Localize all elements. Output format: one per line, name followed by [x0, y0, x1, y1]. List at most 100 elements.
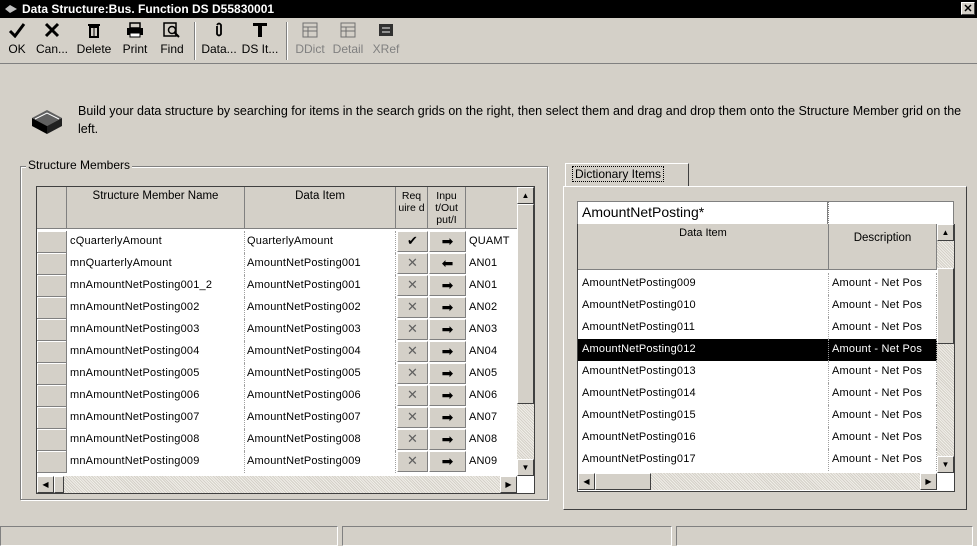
dictionary-row[interactable]: AmountNetPosting011 Amount - Net Pos — [578, 317, 937, 339]
column-header-io[interactable]: Inpu t/Out put/I — [428, 187, 466, 229]
not-required-x-icon[interactable]: ✕ — [397, 253, 428, 274]
not-required-x-icon[interactable]: ✕ — [397, 385, 428, 406]
alias-cell[interactable]: AN09 — [467, 451, 517, 473]
dictionary-row[interactable]: AmountNetPosting017 Amount - Net Pos — [578, 449, 937, 471]
print-button[interactable]: Print — [116, 18, 154, 62]
scroll-down-button[interactable]: ▼ — [517, 459, 534, 476]
dictionary-row[interactable]: AmountNetPosting009 Amount - Net Pos — [578, 273, 937, 295]
input-arrow-right-icon[interactable]: ➡ — [429, 341, 466, 362]
required-check-icon[interactable]: ✔ — [397, 231, 428, 252]
row-selector[interactable] — [37, 429, 67, 451]
data-item-cell[interactable]: AmountNetPosting001 — [245, 275, 396, 297]
data-item-cell[interactable]: AmountNetPosting009 — [578, 273, 829, 295]
scroll-thumb[interactable] — [595, 473, 651, 490]
horizontal-scrollbar[interactable]: ◀ ▶ — [37, 476, 517, 493]
alias-cell[interactable]: AN01 — [467, 275, 517, 297]
data-button[interactable]: Data... — [200, 18, 238, 62]
find-button[interactable]: Find — [154, 18, 190, 62]
scroll-down-button[interactable]: ▼ — [937, 456, 954, 473]
member-name-cell[interactable]: mnQuarterlyAmount — [68, 253, 245, 275]
input-arrow-right-icon[interactable]: ➡ — [429, 385, 466, 406]
data-item-cell[interactable]: AmountNetPosting014 — [578, 383, 829, 405]
description-cell[interactable]: Amount - Net Pos — [829, 383, 937, 405]
data-item-cell[interactable]: AmountNetPosting012 — [578, 339, 829, 361]
ddict-button[interactable]: DDict — [292, 18, 328, 62]
scroll-thumb[interactable] — [54, 476, 64, 493]
member-name-cell[interactable]: mnAmountNetPosting008 — [68, 429, 245, 451]
dictionary-row[interactable]: AmountNetPosting015 Amount - Net Pos — [578, 405, 937, 427]
scroll-right-button[interactable]: ▶ — [500, 476, 517, 493]
dictionary-row[interactable]: AmountNetPosting013 Amount - Net Pos — [578, 361, 937, 383]
member-name-cell[interactable]: cQuarterlyAmount — [68, 231, 245, 253]
description-cell[interactable]: Amount - Net Pos — [829, 317, 937, 339]
output-arrow-left-icon[interactable]: ⬅ — [429, 253, 466, 274]
alias-cell[interactable]: AN04 — [467, 341, 517, 363]
data-item-cell[interactable]: AmountNetPosting010 — [578, 295, 829, 317]
not-required-x-icon[interactable]: ✕ — [397, 275, 428, 296]
scroll-left-button[interactable]: ◀ — [37, 476, 54, 493]
row-selector[interactable] — [37, 297, 67, 319]
delete-button[interactable]: Delete — [72, 18, 116, 62]
input-arrow-right-icon[interactable]: ➡ — [429, 363, 466, 384]
column-header-member-name[interactable]: Structure Member Name — [67, 187, 245, 229]
alias-cell[interactable]: AN06 — [467, 385, 517, 407]
description-cell[interactable]: Amount - Net Pos — [829, 427, 937, 449]
scroll-thumb[interactable] — [937, 268, 954, 344]
alias-cell[interactable]: AN08 — [467, 429, 517, 451]
input-arrow-right-icon[interactable]: ➡ — [429, 275, 466, 296]
row-selector[interactable] — [37, 319, 67, 341]
column-header-data-item[interactable]: Data Item — [578, 224, 829, 270]
member-name-cell[interactable]: mnAmountNetPosting006 — [68, 385, 245, 407]
not-required-x-icon[interactable]: ✕ — [397, 451, 428, 472]
dictionary-items-grid[interactable]: Data Item Description AmountNetPosting00… — [577, 224, 955, 492]
column-header-required[interactable]: Req uire d — [396, 187, 428, 229]
description-cell[interactable]: Amount - Net Pos — [829, 295, 937, 317]
data-item-cell[interactable]: AmountNetPosting011 — [578, 317, 829, 339]
member-name-cell[interactable]: mnAmountNetPosting003 — [68, 319, 245, 341]
input-arrow-right-icon[interactable]: ➡ — [429, 407, 466, 428]
data-item-cell[interactable]: AmountNetPosting004 — [245, 341, 396, 363]
data-item-search-input[interactable]: AmountNetPosting* — [577, 201, 828, 225]
data-item-cell[interactable]: AmountNetPosting009 — [245, 451, 396, 473]
dictionary-row[interactable]: AmountNetPosting016 Amount - Net Pos — [578, 427, 937, 449]
data-item-cell[interactable]: AmountNetPosting013 — [578, 361, 829, 383]
member-name-cell[interactable]: mnAmountNetPosting007 — [68, 407, 245, 429]
scroll-right-button[interactable]: ▶ — [920, 473, 937, 490]
scroll-up-button[interactable]: ▲ — [937, 224, 954, 241]
member-name-cell[interactable]: mnAmountNetPosting004 — [68, 341, 245, 363]
alias-cell[interactable]: AN07 — [467, 407, 517, 429]
row-selector[interactable] — [37, 363, 67, 385]
cancel-button[interactable]: Can... — [32, 18, 72, 62]
xref-button[interactable]: XRef — [368, 18, 404, 62]
dictionary-row[interactable]: AmountNetPosting010 Amount - Net Pos — [578, 295, 937, 317]
column-header-description[interactable]: Description — [829, 224, 937, 270]
not-required-x-icon[interactable]: ✕ — [397, 363, 428, 384]
data-item-cell[interactable]: AmountNetPosting003 — [245, 319, 396, 341]
description-cell[interactable]: Amount - Net Pos — [829, 405, 937, 427]
not-required-x-icon[interactable]: ✕ — [397, 407, 428, 428]
description-cell[interactable]: Amount - Net Pos — [829, 273, 937, 295]
detail-button[interactable]: Detail — [328, 18, 368, 62]
data-item-cell[interactable]: AmountNetPosting001 — [245, 253, 396, 275]
row-selector[interactable] — [37, 385, 67, 407]
data-item-cell[interactable]: AmountNetPosting017 — [578, 449, 829, 471]
dictionary-row[interactable]: AmountNetPosting012 Amount - Net Pos — [578, 339, 937, 361]
input-arrow-right-icon[interactable]: ➡ — [429, 297, 466, 318]
description-cell[interactable]: Amount - Net Pos — [829, 339, 937, 361]
vertical-scrollbar[interactable]: ▲ ▼ — [517, 187, 534, 476]
data-item-cell[interactable]: QuarterlyAmount — [245, 231, 396, 253]
not-required-x-icon[interactable]: ✕ — [397, 341, 428, 362]
row-selector[interactable] — [37, 407, 67, 429]
description-cell[interactable]: Amount - Net Pos — [829, 449, 937, 471]
data-item-cell[interactable]: AmountNetPosting006 — [245, 385, 396, 407]
ok-button[interactable]: OK — [2, 18, 32, 62]
vertical-scrollbar[interactable]: ▲ ▼ — [937, 224, 954, 473]
ds-items-button[interactable]: DS It... — [238, 18, 282, 62]
row-selector[interactable] — [37, 253, 67, 275]
input-arrow-right-icon[interactable]: ➡ — [429, 429, 466, 450]
row-selector[interactable] — [37, 341, 67, 363]
row-selector[interactable] — [37, 275, 67, 297]
data-item-cell[interactable]: AmountNetPosting015 — [578, 405, 829, 427]
row-selector[interactable] — [37, 231, 67, 253]
alias-cell[interactable]: AN03 — [467, 319, 517, 341]
